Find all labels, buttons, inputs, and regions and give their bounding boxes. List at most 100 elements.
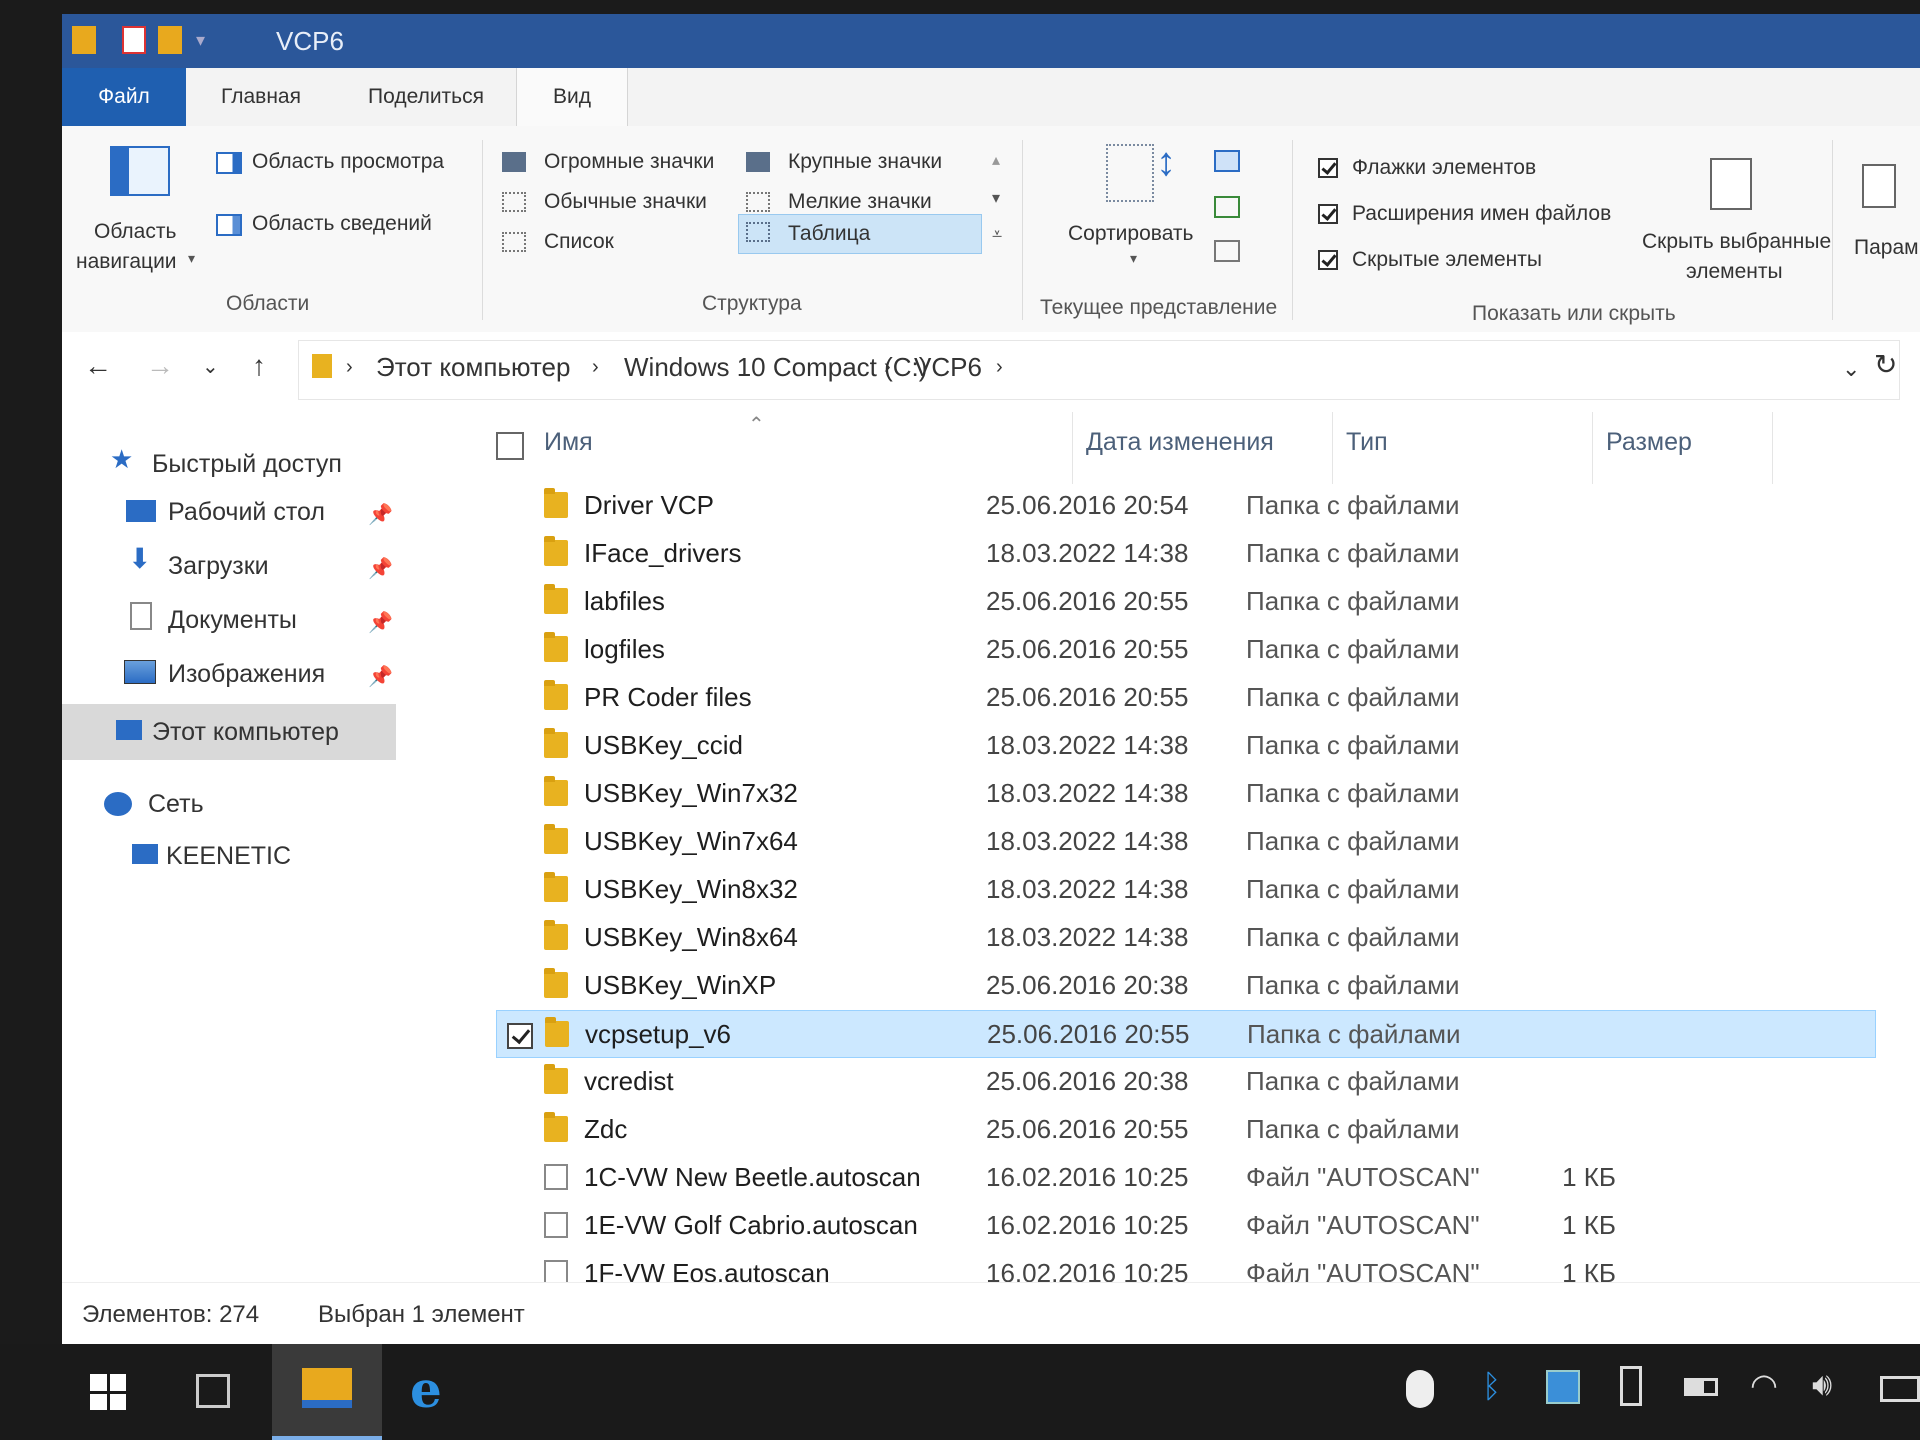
column-divider[interactable] — [1072, 412, 1073, 484]
nav-downloads[interactable]: Загрузки — [168, 542, 269, 590]
layout-medium-icons[interactable]: Обычные значки — [544, 190, 707, 214]
pin-icon: 📌 — [368, 666, 393, 688]
folder-row[interactable]: USBKey_WinXP 25.06.2016 20:38 Папка с файл… — [496, 962, 1876, 1010]
task-view-icon[interactable] — [196, 1374, 230, 1408]
layout-extra-large-icons[interactable]: Огромные значки — [544, 150, 714, 174]
nav-documents[interactable]: Документы — [168, 596, 297, 644]
keyboard-icon[interactable] — [1880, 1376, 1920, 1402]
breadcrumb-drive-c[interactable]: Windows 10 Compact (C:) — [624, 352, 927, 383]
folder-row[interactable]: USBKey_Win7x32 18.03.2022 14:38 Папка с фа… — [496, 770, 1876, 818]
tab-home[interactable]: Главная — [186, 68, 336, 126]
column-divider[interactable] — [1592, 412, 1593, 484]
column-divider[interactable] — [1332, 412, 1333, 484]
breadcrumb-this-pc[interactable]: Этот компьютер — [376, 352, 570, 383]
navigation-pane-icon[interactable] — [110, 146, 170, 196]
column-header-size[interactable]: Размер — [1606, 428, 1692, 457]
file-date: 18.03.2022 14:38 — [986, 826, 1189, 856]
options-button[interactable]: Парам — [1854, 236, 1919, 260]
recent-locations-chevron-icon[interactable]: ⌄ — [202, 354, 219, 379]
select-all-checkbox[interactable] — [496, 432, 524, 460]
file-type: Папка с файлами — [1246, 970, 1460, 1000]
network-adapter-icon[interactable] — [1546, 1370, 1580, 1404]
expand-gallery-icon[interactable]: ⩡ — [992, 224, 1002, 245]
file-explorer-icon[interactable] — [302, 1368, 352, 1408]
volume-icon[interactable]: 🔊︎ — [1812, 1366, 1832, 1404]
folder-row[interactable]: vcredist 25.06.2016 20:38 Папка с файлами — [496, 1058, 1876, 1106]
properties-icon[interactable] — [122, 26, 146, 54]
file-extensions-label[interactable]: Расширения имен файлов — [1352, 202, 1611, 226]
wifi-icon[interactable]: ◠ — [1750, 1366, 1778, 1404]
hidden-items-label[interactable]: Скрытые элементы — [1352, 248, 1542, 272]
file-row[interactable]: 1C-VW New Beetle.autoscan 16.02.2016 10:2… — [496, 1154, 1876, 1202]
up-arrow-icon[interactable]: ↑ — [252, 350, 266, 382]
nav-keenetic[interactable]: KEENETIC — [166, 832, 291, 880]
customize-toolbar-icon[interactable]: ▾ — [196, 30, 205, 51]
internet-explorer-icon[interactable]: e — [410, 1360, 442, 1419]
hide-selected-label-1[interactable]: Скрыть выбранные — [1642, 230, 1831, 254]
tab-view[interactable]: Вид — [516, 68, 628, 126]
options-icon[interactable] — [1862, 164, 1896, 208]
file-name: USBKey_WinXP — [584, 970, 777, 1000]
address-dropdown-chevron-icon[interactable]: ⌄ — [1842, 356, 1860, 382]
new-folder-icon[interactable] — [158, 26, 182, 54]
scroll-down-icon[interactable]: ▾ — [992, 188, 1000, 208]
row-checkbox[interactable] — [507, 1023, 533, 1049]
navigation-pane-label-2[interactable]: навигации — [76, 250, 177, 274]
details-pane-button[interactable]: Область сведений — [252, 212, 432, 236]
bluetooth-icon[interactable]: ᛒ — [1482, 1368, 1501, 1405]
folder-row[interactable]: PR Coder files 25.06.2016 20:55 Папка с фа… — [496, 674, 1876, 722]
tab-share[interactable]: Поделиться — [336, 68, 516, 126]
file-type: Файл "AUTOSCAN" — [1246, 1210, 1480, 1240]
nav-desktop[interactable]: Рабочий стол — [168, 488, 325, 536]
layout-list[interactable]: Список — [544, 230, 614, 254]
item-checkboxes-checkbox[interactable] — [1318, 158, 1338, 178]
folder-row[interactable]: USBKey_Win7x64 18.03.2022 14:38 Папка с фа… — [496, 818, 1876, 866]
sort-by-button[interactable]: Сортировать — [1068, 222, 1193, 246]
tab-file[interactable]: Файл — [62, 68, 186, 126]
nav-quick-access[interactable]: Быстрый доступ — [152, 440, 342, 488]
nav-pictures[interactable]: Изображения — [168, 650, 325, 698]
column-header-type[interactable]: Тип — [1346, 428, 1388, 457]
battery-icon[interactable] — [1684, 1378, 1718, 1396]
hide-selected-label-2[interactable]: элементы — [1686, 260, 1783, 284]
forward-arrow-icon[interactable]: → — [146, 350, 174, 382]
nav-this-pc[interactable]: Этот компьютер — [152, 708, 339, 756]
nav-network[interactable]: Сеть — [148, 780, 204, 828]
file-name: labfiles — [584, 586, 665, 616]
folder-row[interactable]: labfiles 25.06.2016 20:55 Папка с файлами — [496, 578, 1876, 626]
folder-row[interactable]: vcpsetup_v6 25.06.2016 20:55 Папка с файла… — [496, 1010, 1876, 1058]
preview-pane-button[interactable]: Область просмотра — [252, 150, 444, 174]
show-hide-group-label: Показать или скрыть — [1472, 302, 1676, 325]
file-extensions-checkbox[interactable] — [1318, 204, 1338, 224]
layout-large-icons[interactable]: Крупные значки — [788, 150, 942, 174]
usb-drive-icon[interactable] — [1620, 1366, 1642, 1406]
folder-row[interactable]: Driver VCP 25.06.2016 20:54 Папка с файлам… — [496, 482, 1876, 530]
column-header-name[interactable]: Имя — [544, 428, 593, 457]
folder-row[interactable]: IFace_drivers 18.03.2022 14:38 Папка с фай… — [496, 530, 1876, 578]
add-columns-icon[interactable] — [1214, 196, 1240, 218]
windows-start-icon[interactable] — [90, 1374, 126, 1410]
folder-row[interactable]: USBKey_Win8x32 18.03.2022 14:38 Папка с фа… — [496, 866, 1876, 914]
refresh-icon[interactable]: ↻ — [1874, 348, 1897, 381]
desktop-icon — [126, 500, 156, 522]
column-header-date[interactable]: Дата изменения — [1086, 428, 1274, 457]
group-by-icon[interactable] — [1214, 150, 1240, 172]
layout-small-icons[interactable]: Мелкие значки — [788, 190, 932, 214]
item-checkboxes-label[interactable]: Флажки элементов — [1352, 156, 1536, 180]
size-columns-icon[interactable] — [1214, 240, 1240, 262]
breadcrumb-vcp6[interactable]: VCP6 — [914, 352, 982, 383]
scroll-up-icon[interactable]: ▴ — [992, 150, 1000, 170]
back-arrow-icon[interactable]: ← — [84, 350, 112, 382]
column-divider[interactable] — [1772, 412, 1773, 484]
folder-row[interactable]: Zdc 25.06.2016 20:55 Папка с файлами — [496, 1106, 1876, 1154]
file-row[interactable]: 1E-VW Golf Cabrio.autoscan 16.02.2016 10:… — [496, 1202, 1876, 1250]
folder-row[interactable]: USBKey_ccid 18.03.2022 14:38 Папка с файла… — [496, 722, 1876, 770]
mouse-icon[interactable] — [1406, 1370, 1434, 1408]
hidden-items-checkbox[interactable] — [1318, 250, 1338, 270]
folder-row[interactable]: logfiles 25.06.2016 20:55 Папка с файлами — [496, 626, 1876, 674]
layout-details[interactable]: Таблица — [788, 222, 870, 246]
folder-row[interactable]: USBKey_Win8x64 18.03.2022 14:38 Папка с фа… — [496, 914, 1876, 962]
sort-by-icon[interactable] — [1106, 144, 1154, 202]
hide-selected-icon[interactable] — [1710, 158, 1752, 210]
navigation-pane-label-1[interactable]: Область — [94, 220, 176, 244]
